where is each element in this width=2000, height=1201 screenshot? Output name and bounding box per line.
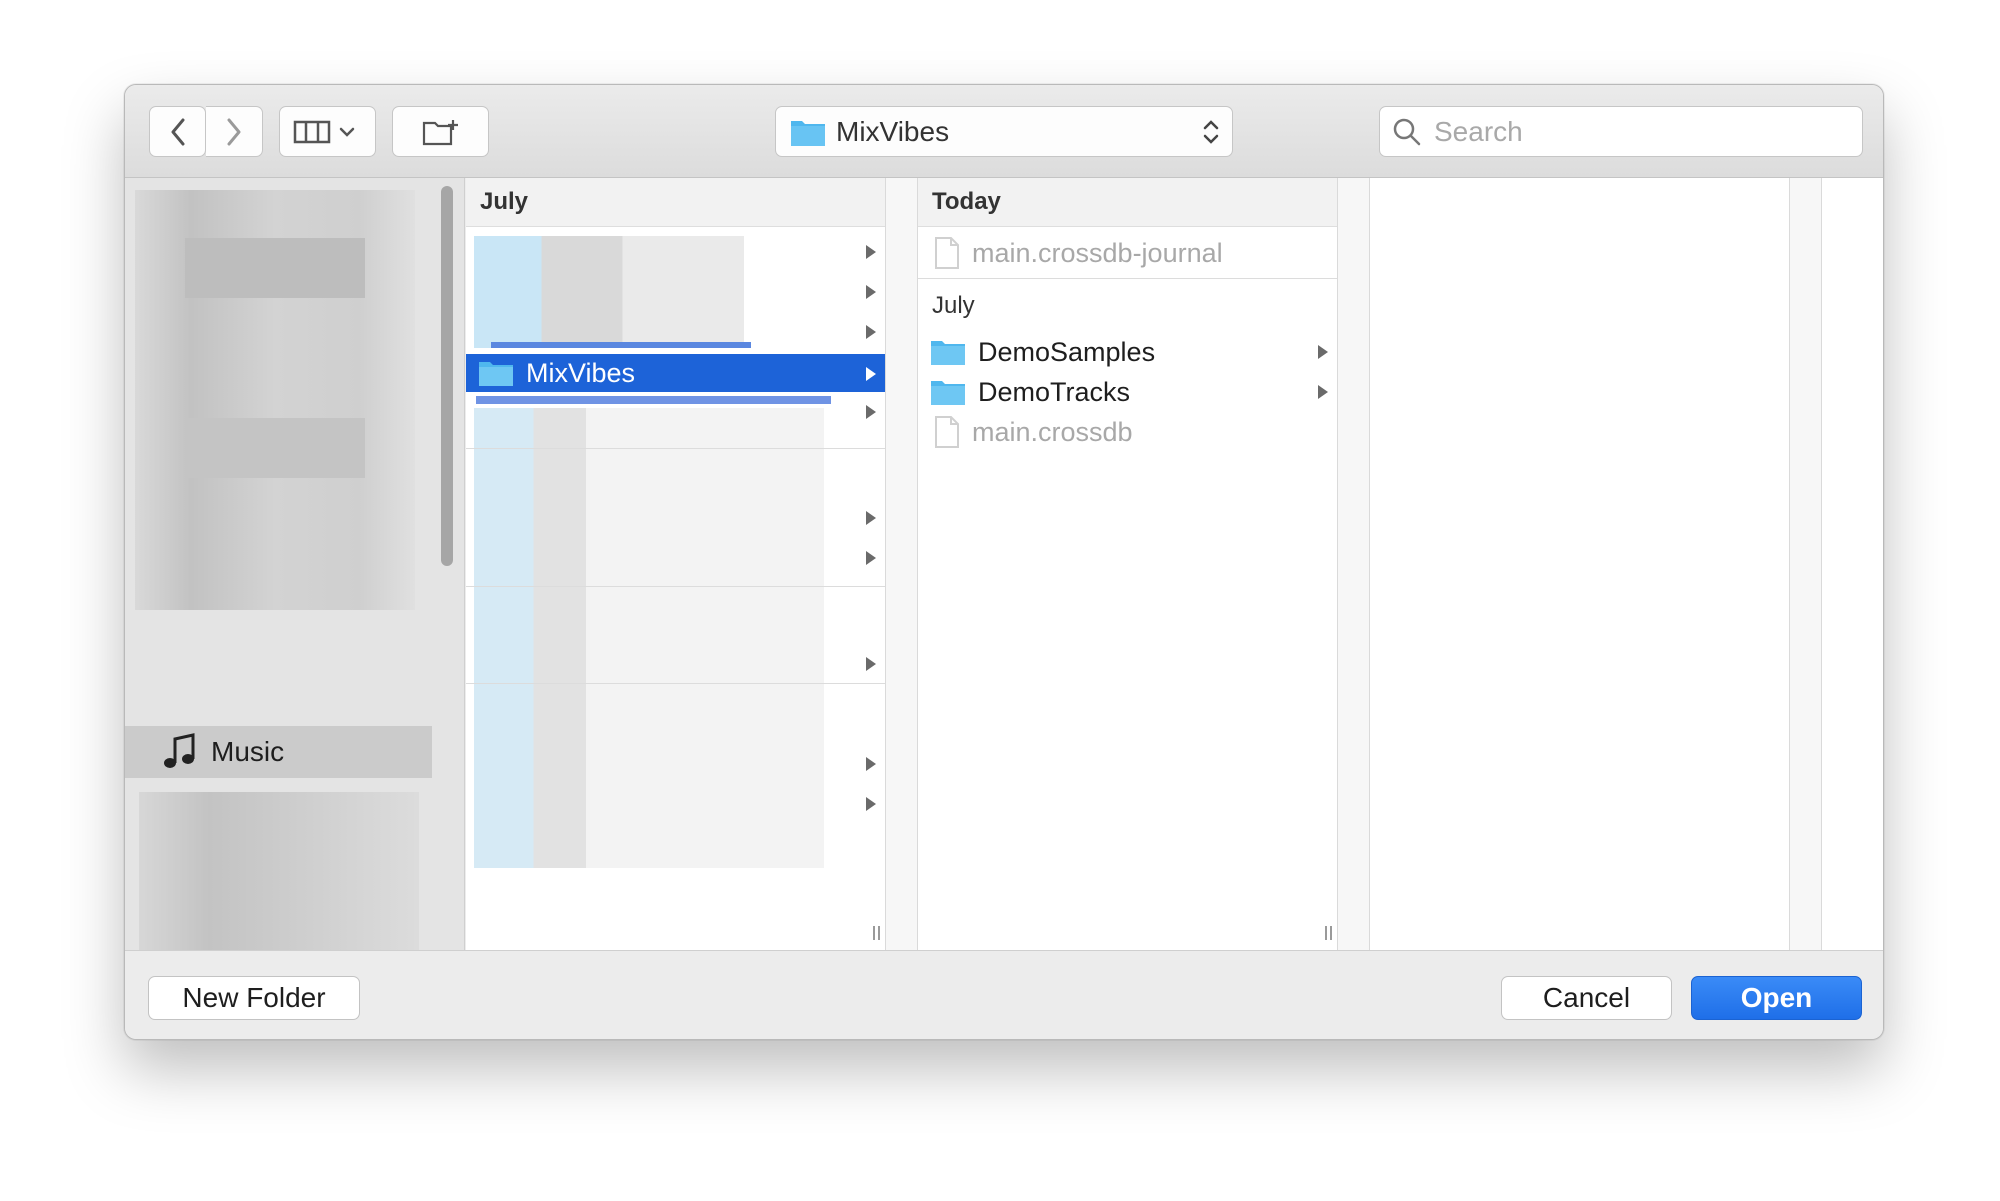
file-icon	[935, 237, 959, 269]
disclosure-triangle-icon	[866, 551, 876, 565]
forward-button[interactable]	[206, 106, 263, 157]
search-icon	[1393, 118, 1421, 145]
chevron-left-icon	[171, 118, 184, 145]
list-item-label: DemoSamples	[978, 336, 1156, 367]
disclosure-triangle-icon	[866, 245, 876, 259]
disclosure-triangle-icon	[1318, 385, 1328, 399]
column-header: July	[466, 178, 885, 227]
back-button[interactable]	[149, 106, 206, 157]
column-empty	[1370, 178, 1790, 950]
separator	[466, 586, 885, 587]
list-item-main-crossdb-journal[interactable]: main.crossdb-journal	[918, 233, 1337, 273]
list-item-label: main.crossdb	[972, 416, 1133, 447]
folder-icon	[931, 381, 965, 405]
disclosure-triangle-icon	[866, 285, 876, 299]
column-resize-handle[interactable]	[1325, 926, 1337, 942]
column-view-icon	[293, 120, 354, 143]
separator	[918, 278, 1337, 279]
list-item-mixvibes[interactable]: MixVibes	[466, 354, 885, 392]
music-note-icon	[164, 733, 195, 768]
column-july: July MixVibes	[466, 178, 886, 950]
group-label: July	[932, 292, 975, 319]
chevron-right-icon	[227, 118, 241, 145]
column-header: Today	[918, 178, 1337, 227]
blurred-sidebar-content	[185, 238, 365, 298]
separator	[466, 683, 885, 684]
disclosure-triangle-icon	[866, 797, 876, 811]
toolbar: MixVibes	[125, 85, 1883, 178]
sidebar-item-music[interactable]: Music	[125, 726, 432, 778]
path-popup[interactable]: MixVibes	[775, 106, 1233, 157]
blurred-sidebar-content	[185, 418, 365, 478]
sidebar: Music	[125, 178, 465, 950]
open-button[interactable]: Open	[1691, 976, 1862, 1020]
folder-icon	[931, 341, 965, 365]
list-item-label: DemoTracks	[978, 376, 1131, 407]
column-browser: July MixVibes Today main.crossdb-journal…	[466, 178, 1883, 950]
list-item-demotracks[interactable]: DemoTracks	[918, 372, 1337, 412]
list-item-demosamples[interactable]: DemoSamples	[918, 332, 1337, 372]
list-item-label: MixVibes	[526, 357, 636, 388]
folder-plus-icon	[422, 119, 458, 145]
cancel-button[interactable]: Cancel	[1501, 976, 1672, 1020]
list-item-label: main.crossdb-journal	[972, 237, 1223, 268]
new-folder-button[interactable]: New Folder	[148, 976, 360, 1020]
column-divider	[886, 178, 918, 950]
folder-icon	[479, 362, 513, 386]
sidebar-item-label: Music	[211, 736, 285, 767]
blurred-row-content	[474, 408, 824, 868]
disclosure-triangle-icon	[866, 757, 876, 771]
disclosure-triangle-icon	[866, 325, 876, 339]
new-folder-toolbar-button[interactable]	[392, 106, 489, 157]
column-resize-handle[interactable]	[873, 926, 885, 942]
open-file-dialog: MixVibes Music	[124, 84, 1884, 1040]
separator	[466, 448, 885, 449]
column-divider	[1790, 178, 1822, 950]
disclosure-triangle-icon	[866, 511, 876, 525]
folder-icon	[791, 120, 825, 146]
search-input[interactable]	[1434, 115, 1834, 148]
list-item-main-crossdb[interactable]: main.crossdb	[918, 412, 1337, 452]
search-field[interactable]	[1379, 106, 1863, 157]
column-mixvibes: Today main.crossdb-journal July DemoSamp…	[918, 178, 1338, 950]
disclosure-triangle-icon	[866, 657, 876, 671]
blurred-row-content	[491, 342, 751, 348]
file-icon	[935, 416, 959, 448]
column-divider	[1338, 178, 1370, 950]
disclosure-triangle-icon	[1318, 345, 1328, 359]
blurred-row-content	[474, 236, 744, 348]
column-empty	[1822, 178, 1883, 950]
path-popup-label: MixVibes	[836, 115, 950, 147]
disclosure-triangle-icon	[866, 367, 876, 381]
view-mode-button[interactable]	[279, 106, 376, 157]
updown-chevron-icon	[1203, 120, 1219, 144]
dialog-footer: New Folder Cancel Open	[125, 950, 1883, 1039]
sidebar-scrollbar[interactable]	[441, 186, 453, 566]
disclosure-triangle-icon	[866, 405, 876, 419]
blurred-row-content	[476, 396, 831, 404]
blurred-sidebar-content	[139, 792, 419, 950]
